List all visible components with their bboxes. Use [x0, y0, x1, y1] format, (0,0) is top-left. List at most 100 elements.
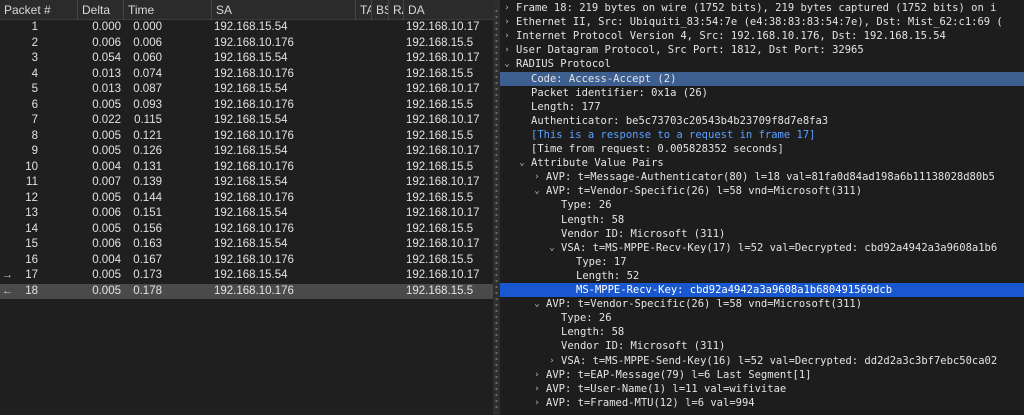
- detail-tree-item[interactable]: [Time from request: 0.005828352 seconds]: [500, 142, 1024, 156]
- detail-tree-item[interactable]: Vendor ID: Microsoft (311): [500, 227, 1024, 241]
- detail-tree-item[interactable]: [This is a response to a request in fram…: [500, 128, 1024, 142]
- chevron-right-icon[interactable]: ›: [502, 43, 512, 57]
- chevron-down-icon[interactable]: ⌄: [532, 297, 542, 311]
- chevron-down-icon[interactable]: ⌄: [547, 241, 557, 255]
- detail-tree-item[interactable]: › Ethernet II, Src: Ubiquiti_83:54:7e (e4…: [500, 15, 1024, 29]
- column-header-da[interactable]: DA: [404, 0, 493, 20]
- column-header-delta[interactable]: Delta: [78, 0, 124, 20]
- detail-tree-item[interactable]: Type: 17: [500, 255, 1024, 269]
- table-row[interactable]: 1 0.000 0.000 192.168.15.54 192.168.10.17: [0, 20, 493, 36]
- chevron-down-icon[interactable]: ⌄: [517, 156, 527, 170]
- cell-sa: 192.168.10.176: [214, 160, 294, 173]
- table-row[interactable]: 12 0.005 0.144 192.168.10.176 192.168.15.5: [0, 191, 493, 207]
- detail-tree-item[interactable]: › Frame 18: 219 bytes on wire (1752 bits)…: [500, 1, 1024, 15]
- cell-packet-number: 10: [25, 160, 38, 173]
- detail-tree-item[interactable]: › AVP: t=EAP-Message(79) l=6 Last Segment…: [500, 368, 1024, 382]
- detail-tree-item[interactable]: › AVP: t=User-Name(1) l=11 val=wifivitae: [500, 382, 1024, 396]
- detail-tree-item[interactable]: Packet identifier: 0x1a (26): [500, 86, 1024, 100]
- detail-tree-item[interactable]: ⌄ AVP: t=Vendor-Specific(26) l=58 vnd=Mic…: [500, 184, 1024, 198]
- cell-delta: 0.005: [92, 129, 121, 142]
- chevron-right-icon[interactable]: ›: [547, 354, 557, 368]
- column-header-ra[interactable]: RA: [389, 0, 404, 20]
- detail-tree-item[interactable]: › Internet Protocol Version 4, Src: 192.1…: [500, 29, 1024, 43]
- cell-delta: 0.005: [92, 222, 121, 235]
- detail-text: Code: Access-Accept (2): [531, 72, 677, 85]
- chevron-right-icon[interactable]: ›: [532, 382, 542, 396]
- chevron-right-icon[interactable]: ›: [532, 170, 542, 184]
- column-header-sa[interactable]: SA: [212, 0, 356, 20]
- cell-delta: 0.004: [92, 253, 121, 266]
- detail-tree-item[interactable]: MS-MPPE-Recv-Key: cbd92a4942a3a9608a1b68…: [500, 283, 1024, 297]
- chevron-right-icon[interactable]: ›: [532, 396, 542, 410]
- cell-time: 0.144: [133, 191, 162, 204]
- column-header-ta[interactable]: TA: [356, 0, 372, 20]
- table-row[interactable]: 10 0.004 0.131 192.168.10.176 192.168.15.5: [0, 160, 493, 176]
- column-header-bs[interactable]: BS: [372, 0, 389, 20]
- table-row[interactable]: 14 0.005 0.156 192.168.10.176 192.168.15.5: [0, 222, 493, 238]
- detail-text: AVP: t=Vendor-Specific(26) l=58 vnd=Micr…: [546, 185, 863, 198]
- cell-sa: 192.168.15.54: [214, 21, 288, 33]
- detail-tree-item[interactable]: ⌄ VSA: t=MS-MPPE-Recv-Key(17) l=52 val=De…: [500, 241, 1024, 255]
- detail-tree-item[interactable]: Type: 26: [500, 198, 1024, 212]
- cell-da: 192.168.10.17: [406, 52, 480, 64]
- chevron-down-icon[interactable]: ⌄: [532, 184, 542, 198]
- response-frame-link[interactable]: [This is a response to a request in fram…: [531, 128, 815, 142]
- cell-da: 192.168.10.17: [406, 83, 480, 95]
- cell-time: 0.131: [133, 160, 162, 173]
- detail-tree-item[interactable]: › AVP: t=Message-Authenticator(80) l=18 v…: [500, 170, 1024, 184]
- table-row[interactable]: 11 0.007 0.139 192.168.15.54 192.168.10.17: [0, 175, 493, 191]
- detail-text: Vendor ID: Microsoft (311): [561, 340, 726, 353]
- detail-tree-item[interactable]: › User Datagram Protocol, Src Port: 1812,…: [500, 43, 1024, 57]
- pane-splitter[interactable]: [493, 0, 500, 415]
- table-row[interactable]: 4 0.013 0.074 192.168.10.176 192.168.15.5: [0, 67, 493, 83]
- table-row[interactable]: 13 0.006 0.151 192.168.15.54 192.168.10.17: [0, 206, 493, 222]
- detail-text: VSA: t=MS-MPPE-Recv-Key(17) l=52 val=Dec…: [561, 241, 998, 254]
- table-row[interactable]: 7 0.022 0.115 192.168.15.54 192.168.10.17: [0, 113, 493, 129]
- detail-text: Type: 17: [576, 255, 627, 268]
- table-row[interactable]: 6 0.005 0.093 192.168.10.176 192.168.15.5: [0, 98, 493, 114]
- detail-tree-item[interactable]: Length: 58: [500, 213, 1024, 227]
- cell-da: 192.168.15.5: [406, 36, 474, 49]
- cell-delta: 0.005: [92, 191, 121, 204]
- table-row[interactable]: ← 18 0.005 0.178 192.168.10.176 192.168.15.5: [0, 283, 493, 299]
- chevron-right-icon[interactable]: ›: [502, 1, 512, 15]
- table-row[interactable]: 2 0.006 0.006 192.168.10.176 192.168.15.5: [0, 36, 493, 52]
- table-row[interactable]: 8 0.005 0.121 192.168.10.176 192.168.15.5: [0, 129, 493, 145]
- cell-packet-number: 12: [25, 191, 38, 204]
- detail-tree-item[interactable]: Vendor ID: Microsoft (311): [500, 339, 1024, 353]
- chevron-right-icon[interactable]: ›: [502, 15, 512, 29]
- detail-tree-item[interactable]: ⌄ Attribute Value Pairs: [500, 156, 1024, 170]
- chevron-down-icon[interactable]: ⌄: [502, 57, 512, 71]
- cell-sa: 192.168.15.54: [214, 238, 288, 250]
- detail-tree-item[interactable]: Length: 58: [500, 325, 1024, 339]
- detail-text: Type: 26: [561, 199, 612, 212]
- table-row[interactable]: → 17 0.005 0.173 192.168.15.54 192.168.10.17: [0, 268, 493, 284]
- cell-sa: 192.168.15.54: [214, 176, 288, 188]
- detail-tree-item[interactable]: Code: Access-Accept (2): [500, 71, 1024, 86]
- detail-tree-item[interactable]: Type: 26: [500, 311, 1024, 325]
- column-header-time[interactable]: Time: [124, 0, 212, 20]
- table-row[interactable]: 16 0.004 0.167 192.168.10.176 192.168.15.5: [0, 253, 493, 269]
- packet-rows: 1 0.000 0.000 192.168.15.54 192.168.10.17 2 0.…: [0, 20, 493, 299]
- chevron-right-icon[interactable]: ›: [502, 29, 512, 43]
- cell-da: 192.168.15.5: [406, 129, 474, 142]
- column-header-packet-number[interactable]: Packet #: [0, 0, 78, 20]
- chevron-right-icon[interactable]: ›: [532, 368, 542, 382]
- table-row[interactable]: 5 0.013 0.087 192.168.15.54 192.168.10.17: [0, 82, 493, 98]
- cell-packet-number: 2: [31, 36, 38, 49]
- detail-tree-item[interactable]: Authenticator: be5c73703c20543b4b23709f8…: [500, 114, 1024, 128]
- detail-tree-item[interactable]: Length: 177: [500, 100, 1024, 114]
- detail-tree-item[interactable]: Length: 52: [500, 269, 1024, 283]
- detail-tree-item[interactable]: › AVP: t=Framed-MTU(12) l=6 val=994: [500, 396, 1024, 410]
- table-row[interactable]: 3 0.054 0.060 192.168.15.54 192.168.10.17: [0, 51, 493, 67]
- table-row[interactable]: 15 0.006 0.163 192.168.15.54 192.168.10.17: [0, 237, 493, 253]
- detail-text: Length: 52: [576, 269, 640, 282]
- cell-packet-number: 15: [25, 238, 38, 250]
- detail-tree-item[interactable]: ⌄ AVP: t=Vendor-Specific(26) l=58 vnd=Mic…: [500, 297, 1024, 311]
- cell-delta: 0.006: [92, 36, 121, 49]
- table-row[interactable]: 9 0.005 0.126 192.168.15.54 192.168.10.17: [0, 144, 493, 160]
- detail-text: Authenticator: be5c73703c20543b4b23709f8…: [531, 114, 829, 127]
- cell-sa: 192.168.10.176: [214, 67, 294, 80]
- detail-tree-item[interactable]: › VSA: t=MS-MPPE-Send-Key(16) l=52 val=De…: [500, 354, 1024, 368]
- detail-tree-item[interactable]: ⌄ RADIUS Protocol: [500, 57, 1024, 71]
